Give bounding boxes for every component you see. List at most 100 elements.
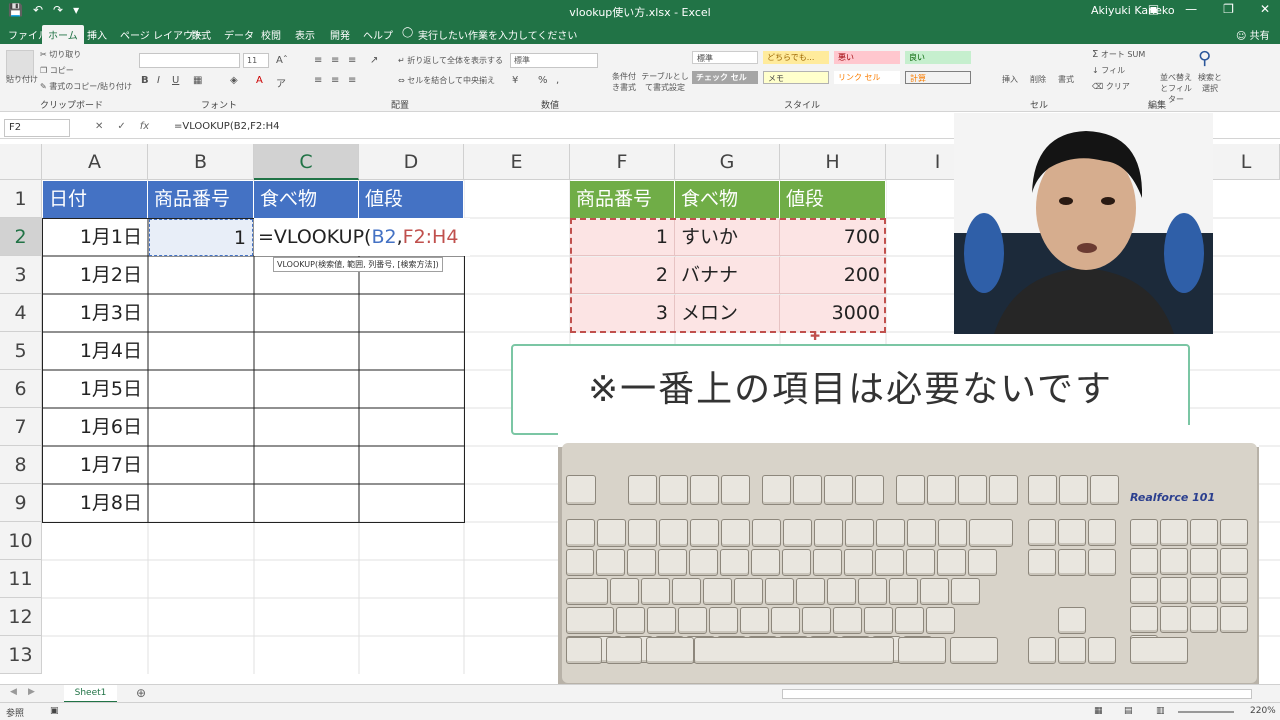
phonetic-icon[interactable]: ア — [276, 75, 286, 90]
close-icon[interactable]: ✕ — [1260, 2, 1270, 16]
currency-icon[interactable]: ¥ — [512, 75, 518, 86]
tab-review[interactable]: 校閲 — [261, 27, 281, 42]
date-cell-7[interactable]: 1月7日 — [43, 447, 148, 484]
date-cell-1[interactable]: 1月1日 — [43, 219, 148, 256]
date-cell-3[interactable]: 1月3日 — [43, 295, 148, 332]
delete-cells-button[interactable]: 削除 — [1030, 74, 1046, 85]
macro-record-icon[interactable]: ▣ — [50, 706, 59, 716]
lookup-header-food[interactable]: 食べ物 — [675, 181, 780, 218]
style-good[interactable]: 良い — [905, 51, 971, 64]
row-header-4[interactable]: 4 — [0, 294, 42, 332]
share-button[interactable]: ☺ 共有 — [1236, 27, 1270, 42]
column-header-f[interactable]: F — [570, 144, 675, 180]
column-header-b[interactable]: B — [148, 144, 254, 180]
orientation-icon[interactable]: ↗ — [370, 55, 378, 66]
align-top-icon[interactable]: ≡ — [314, 55, 322, 66]
enter-icon[interactable]: ✓ — [117, 121, 125, 132]
name-box[interactable]: F2 — [4, 119, 70, 137]
fill-button[interactable]: ↓ フィル — [1092, 65, 1125, 76]
date-cell-8[interactable]: 1月8日 — [43, 485, 148, 522]
page-layout-icon[interactable]: ▤ — [1124, 706, 1133, 716]
style-calculation[interactable]: 計算 — [905, 71, 971, 84]
table-format-button[interactable]: テーブルとして書式設定 — [641, 71, 689, 93]
prev-sheet-icon[interactable]: ◀ — [10, 687, 17, 697]
underline-icon[interactable]: U — [172, 75, 179, 86]
find-select-button[interactable]: 検索と選択 — [1196, 72, 1224, 94]
header-date[interactable]: 日付 — [43, 181, 148, 218]
date-cell-6[interactable]: 1月6日 — [43, 409, 148, 446]
horizontal-scrollbar[interactable] — [782, 689, 1252, 699]
row-header-11[interactable]: 11 — [0, 560, 42, 598]
b2-cell[interactable]: 1 — [149, 219, 253, 256]
tab-insert[interactable]: 挿入 — [87, 27, 107, 42]
column-header-a[interactable]: A — [42, 144, 148, 180]
column-header-h[interactable]: H — [780, 144, 886, 180]
tab-home[interactable]: ホーム — [42, 25, 84, 44]
sheet-tab-sheet1[interactable]: Sheet1 — [64, 685, 117, 703]
next-sheet-icon[interactable]: ▶ — [28, 687, 35, 697]
zoom-level[interactable]: 220% — [1250, 706, 1276, 716]
column-header-d[interactable]: D — [359, 144, 464, 180]
add-sheet-icon[interactable]: ⊕ — [136, 686, 146, 700]
lookup-header-product-id[interactable]: 商品番号 — [570, 181, 675, 218]
tab-view[interactable]: 表示 — [295, 27, 315, 42]
row-header-9[interactable]: 9 — [0, 484, 42, 522]
fill-color-icon[interactable]: ◈ — [230, 75, 238, 86]
number-format-box[interactable]: 標準 — [510, 53, 598, 68]
row-header-10[interactable]: 10 — [0, 522, 42, 560]
column-header-e[interactable]: E — [464, 144, 570, 180]
wrap-text-button[interactable]: ↵ 折り返して全体を表示する — [398, 55, 503, 66]
date-cell-2[interactable]: 1月2日 — [43, 257, 148, 294]
row-header-13[interactable]: 13 — [0, 636, 42, 674]
conditional-format-button[interactable]: 条件付き書式 — [611, 71, 637, 93]
minimize-icon[interactable]: — — [1185, 2, 1197, 16]
row-header-6[interactable]: 6 — [0, 370, 42, 408]
column-header-c[interactable]: C — [254, 144, 359, 180]
cut-button[interactable]: ✂ 切り取り — [40, 49, 81, 60]
format-cells-button[interactable]: 書式 — [1058, 74, 1074, 85]
align-middle-icon[interactable]: ≡ — [331, 55, 339, 66]
border-icon[interactable]: ▦ — [193, 75, 202, 86]
percent-icon[interactable]: % — [538, 75, 548, 86]
tab-data[interactable]: データ — [224, 27, 254, 42]
normal-view-icon[interactable]: ▦ — [1094, 706, 1103, 716]
header-food[interactable]: 食べ物 — [254, 181, 359, 218]
tab-help[interactable]: ヘルプ — [363, 27, 393, 42]
column-header-g[interactable]: G — [675, 144, 780, 180]
c2-editing-cell[interactable]: =VLOOKUP(B2,F2:H4 — [254, 218, 470, 256]
header-price[interactable]: 値段 — [359, 181, 464, 218]
format-painter-button[interactable]: ✎ 書式のコピー/貼り付け — [40, 81, 132, 92]
header-product-id[interactable]: 商品番号 — [148, 181, 254, 218]
fx-icon[interactable]: fx — [140, 121, 149, 132]
comma-icon[interactable]: , — [556, 75, 559, 86]
row-header-7[interactable]: 7 — [0, 408, 42, 446]
tab-developer[interactable]: 開発 — [330, 27, 350, 42]
row-header-2[interactable]: 2 — [0, 218, 42, 256]
date-cell-4[interactable]: 1月4日 — [43, 333, 148, 370]
align-left-icon[interactable]: ≡ — [314, 75, 322, 86]
clear-button[interactable]: ⌫ クリア — [1092, 81, 1130, 92]
formula-input[interactable]: =VLOOKUP(B2,F2:H4 — [174, 121, 279, 132]
ribbon-display-icon[interactable]: ▣ — [1148, 2, 1159, 16]
italic-icon[interactable]: I — [157, 75, 160, 86]
style-check-cell[interactable]: チェック セル — [692, 71, 758, 84]
row-header-5[interactable]: 5 — [0, 332, 42, 370]
font-grow-icon[interactable]: Aˆ — [276, 55, 288, 66]
page-break-icon[interactable]: ▥ — [1156, 706, 1165, 716]
lookup-header-price[interactable]: 値段 — [780, 181, 886, 218]
column-header-l[interactable]: L — [1213, 144, 1280, 180]
paste-button[interactable]: 貼り付け — [6, 74, 38, 85]
merge-center-button[interactable]: ⇔ セルを結合して中央揃え — [398, 75, 495, 86]
align-center-icon[interactable]: ≡ — [331, 75, 339, 86]
bold-icon[interactable]: B — [141, 75, 149, 86]
cancel-icon[interactable]: ✕ — [95, 121, 103, 132]
font-size-box[interactable]: 11 — [243, 53, 269, 68]
align-bottom-icon[interactable]: ≡ — [348, 55, 356, 66]
row-header-8[interactable]: 8 — [0, 446, 42, 484]
font-color-icon[interactable]: A — [256, 75, 263, 86]
font-name-box[interactable] — [139, 53, 240, 68]
style-neutral[interactable]: どちらでも... — [763, 51, 829, 64]
tell-me-box[interactable]: 実行したい作業を入力してください — [418, 27, 577, 42]
date-cell-5[interactable]: 1月5日 — [43, 371, 148, 408]
style-linked-cell[interactable]: リンク セル — [834, 71, 900, 84]
